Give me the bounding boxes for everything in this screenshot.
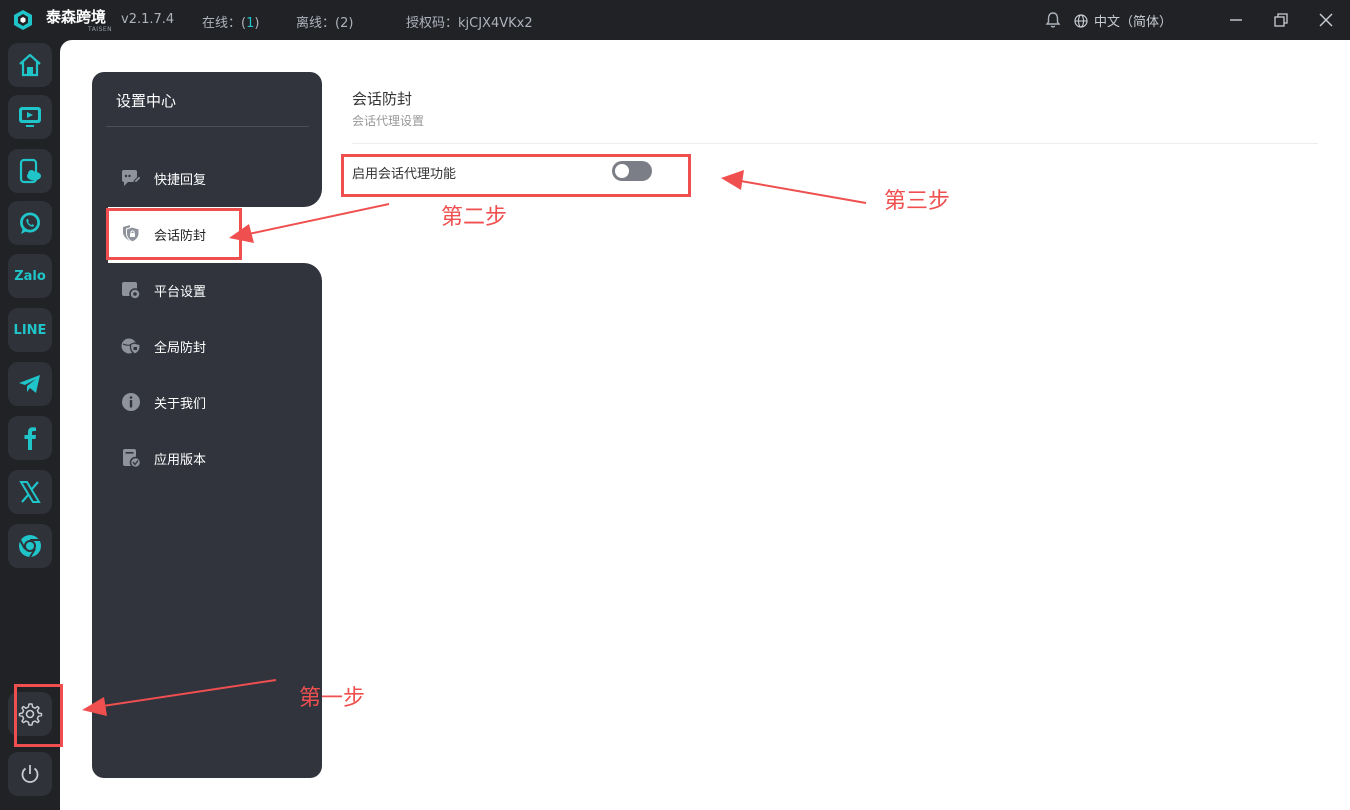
highlight-step2	[106, 208, 242, 260]
step3-label: 第三步	[884, 189, 951, 214]
minimize-icon[interactable]	[1226, 10, 1246, 30]
settings-menu-divider	[106, 126, 309, 127]
chrome-icon	[19, 535, 41, 558]
highlight-step1	[14, 684, 63, 747]
language-selector[interactable]: 中文（简体）	[1074, 11, 1172, 30]
facebook-icon	[24, 427, 36, 450]
menu-item-label: 关于我们	[154, 396, 207, 412]
rail-facebook[interactable]	[8, 416, 52, 460]
globe-icon	[1074, 13, 1088, 28]
menu-item-about[interactable]: 关于我们	[120, 390, 206, 414]
monitor-icon	[19, 107, 41, 127]
online-label: 在线：(	[202, 16, 247, 31]
rail-whatsapp[interactable]	[8, 201, 52, 245]
rail-home[interactable]	[8, 43, 52, 87]
x-icon	[19, 481, 41, 503]
rail-telegram[interactable]	[8, 362, 52, 406]
section-divider	[352, 143, 1318, 144]
license-code: 授权码：kjCJX4VKx2	[406, 16, 533, 31]
cloud-phone-icon	[19, 158, 41, 184]
step2-label: 第二步	[441, 205, 508, 230]
menu-item-label: 应用版本	[154, 452, 207, 468]
rail-x[interactable]	[8, 470, 52, 514]
whatsapp-icon	[20, 212, 40, 234]
menu-item-global-protect[interactable]: 全局防封	[120, 334, 206, 358]
rail-line[interactable]: LINE	[8, 308, 52, 352]
menu-item-quick-reply[interactable]: 快捷回复	[120, 166, 206, 190]
rail-zalo[interactable]: Zalo	[8, 254, 52, 298]
menu-item-app-version[interactable]: 应用版本	[120, 446, 206, 470]
menu-item-platform-settings[interactable]: 平台设置	[120, 278, 206, 302]
language-label: 中文（简体）	[1094, 15, 1173, 30]
close-icon[interactable]	[1316, 10, 1336, 30]
menu-item-label: 平台设置	[154, 284, 207, 300]
offline-status: 离线：(2)	[296, 16, 354, 31]
zalo-label: Zalo	[14, 268, 46, 284]
app-name: 泰森跨境	[46, 8, 107, 26]
platform-gear-icon	[122, 282, 141, 300]
step1-label: 第一步	[299, 686, 366, 711]
info-icon	[122, 393, 140, 411]
online-status: 在线：(1)	[202, 12, 259, 31]
menu-item-label: 快捷回复	[154, 172, 207, 188]
restore-icon[interactable]	[1271, 10, 1291, 30]
section-subtitle: 会话代理设置	[352, 114, 425, 128]
home-icon	[19, 53, 41, 77]
globe-shield-icon	[121, 338, 141, 355]
menu-item-label: 全局防封	[154, 340, 207, 356]
section-title: 会话防封	[352, 90, 413, 108]
rail-chrome[interactable]	[8, 524, 52, 568]
rail-power[interactable]	[8, 752, 52, 796]
app-logo-icon	[14, 10, 32, 30]
app-version: v2.1.7.4	[121, 12, 175, 27]
line-label: LINE	[13, 322, 47, 338]
power-icon	[21, 765, 39, 783]
rail-monitor[interactable]	[8, 95, 52, 139]
title-bar: 泰森跨境 TAISEN v2.1.7.4 在线：(1) 离线：(2) 授权码：k…	[0, 0, 1350, 40]
app-name-sub: TAISEN	[88, 26, 113, 33]
chat-reply-icon	[122, 170, 142, 186]
bell-icon[interactable]	[1044, 11, 1062, 29]
rail-cloud-phone[interactable]	[8, 149, 52, 193]
version-icon	[123, 449, 142, 469]
highlight-step3	[341, 154, 691, 197]
settings-menu-title: 设置中心	[116, 92, 177, 110]
telegram-icon	[19, 375, 40, 393]
online-close: )	[254, 16, 260, 31]
